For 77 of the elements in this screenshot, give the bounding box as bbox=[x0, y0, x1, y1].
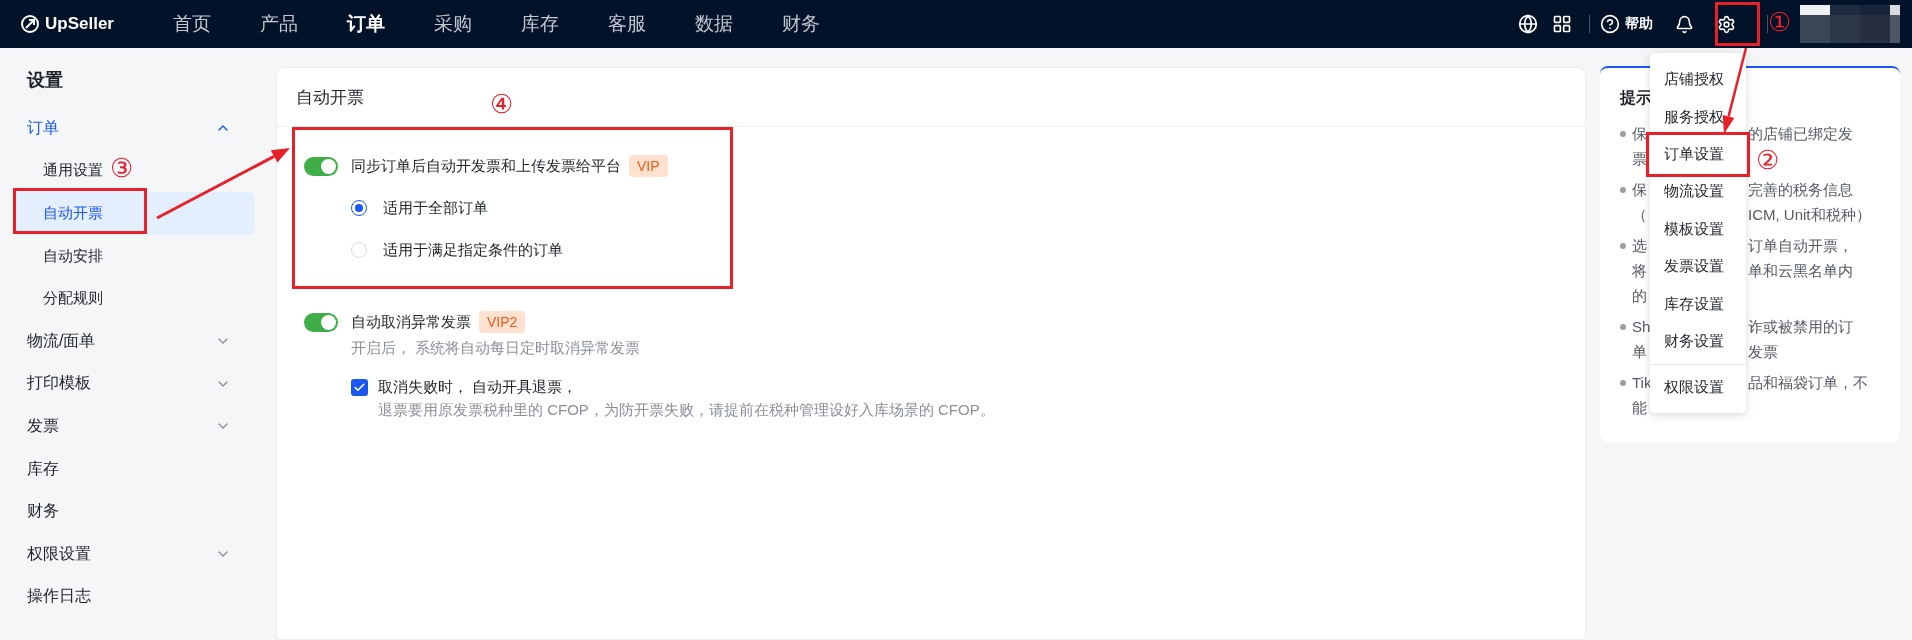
sidebar-subitem[interactable]: 通用设置 bbox=[13, 149, 107, 193]
sidebar-subitem[interactable]: 自动安排 bbox=[13, 234, 107, 278]
menu-item[interactable]: 库存设置 bbox=[1650, 285, 1746, 323]
sidebar-item[interactable]: 发票 bbox=[0, 405, 258, 448]
tip-text: 选 bbox=[1632, 237, 1647, 254]
tip-text: 完善的税务信息 bbox=[1748, 180, 1853, 200]
bullet-icon bbox=[1620, 324, 1626, 330]
toggle-switch[interactable] bbox=[304, 312, 338, 332]
menu-item[interactable]: 权限设置 bbox=[1650, 369, 1746, 407]
menu-item[interactable]: 店铺授权 bbox=[1650, 61, 1746, 99]
sidebar-item[interactable]: 物流/面单 bbox=[0, 319, 258, 363]
nav-tab[interactable]: 订单 bbox=[347, 11, 434, 37]
vip-badge: VIP bbox=[629, 155, 668, 177]
tip-text: 的 bbox=[1632, 287, 1647, 304]
menu-item[interactable]: 发票设置 bbox=[1650, 247, 1746, 286]
nav-tab[interactable]: 库存 bbox=[521, 11, 608, 37]
bullet-icon bbox=[1620, 380, 1626, 386]
menu-item[interactable]: 订单设置 bbox=[1650, 135, 1746, 174]
tips-title: 提示 bbox=[1620, 88, 1653, 108]
tip-text: 品和福袋订单，不 bbox=[1748, 373, 1868, 393]
sidebar-item[interactable]: 订单 bbox=[0, 107, 258, 150]
sidebar-item[interactable]: 财务 bbox=[0, 490, 258, 533]
tip-text: 票 bbox=[1632, 150, 1647, 167]
checkbox-hint: 退票要用原发票税种里的 CFOP，为防开票失败，请提前在税种管理设好入库场景的 CFOP。 bbox=[377, 401, 996, 420]
step-number: ② bbox=[1756, 147, 1779, 173]
step-number: ① bbox=[1768, 9, 1791, 35]
help-link[interactable]: 帮助 bbox=[1600, 14, 1653, 34]
checkbox[interactable] bbox=[351, 379, 368, 396]
toggle-switch[interactable] bbox=[304, 156, 338, 176]
tip-text: Sh bbox=[1632, 318, 1651, 335]
card-title: 自动开票 bbox=[296, 86, 364, 109]
sidebar-item[interactable]: 操作日志 bbox=[0, 575, 258, 619]
bullet-icon bbox=[1620, 243, 1626, 249]
tip-text: Tik bbox=[1632, 374, 1652, 391]
nav-tab[interactable]: 客服 bbox=[608, 11, 695, 37]
tip-text: 将 bbox=[1632, 262, 1647, 279]
bullet-icon bbox=[1620, 131, 1626, 137]
setting-description: 开启后， 系统将自动每日定时取消异常发票 bbox=[351, 339, 642, 358]
step-number: ④ bbox=[490, 91, 513, 117]
tip-text: 能 bbox=[1632, 399, 1647, 416]
setting-label: 同步订单后自动开发票和上传发票给平台 bbox=[351, 156, 621, 176]
bullet-icon bbox=[1620, 187, 1626, 193]
menu-item[interactable]: 服务授权 bbox=[1650, 98, 1746, 136]
sidebar-subitem[interactable]: 自动开票 bbox=[13, 192, 255, 235]
radio-label: 适用于全部订单 bbox=[383, 198, 488, 218]
nav-tab[interactable]: 采购 bbox=[434, 11, 521, 37]
nav-tab[interactable]: 产品 bbox=[260, 11, 347, 37]
help-icon bbox=[1600, 14, 1620, 34]
tip-text: 保 bbox=[1632, 125, 1647, 142]
sidebar-item[interactable]: 库存 bbox=[0, 447, 258, 491]
tip-text: 诈或被禁用的订 bbox=[1748, 317, 1853, 337]
menu-item[interactable]: 模板设置 bbox=[1650, 210, 1746, 248]
sidebar-item[interactable]: 打印模板 bbox=[0, 362, 258, 406]
radio-label: 适用于满足指定条件的订单 bbox=[383, 240, 563, 260]
check-icon bbox=[353, 381, 366, 394]
tip-text: 保 bbox=[1632, 181, 1647, 198]
menu-item[interactable]: 物流设置 bbox=[1650, 173, 1746, 211]
nav-tab[interactable]: 财务 bbox=[782, 11, 869, 37]
tip-text: 单和云黑名单内 bbox=[1748, 261, 1853, 281]
tip-text: 发票 bbox=[1748, 342, 1778, 362]
setting-label: 自动取消异常发票 bbox=[351, 312, 471, 332]
tip-text: 订单自动开票， bbox=[1748, 236, 1853, 256]
tip-text: 单 bbox=[1632, 343, 1647, 360]
sidebar-item[interactable]: 权限设置 bbox=[0, 532, 258, 576]
sidebar-title: 设置 bbox=[25, 69, 64, 92]
tip-text: ICM, Unit和税种） bbox=[1748, 205, 1871, 225]
logo-text: UpSeller bbox=[45, 14, 114, 34]
logo-icon bbox=[20, 14, 40, 34]
nav-tab[interactable]: 首页 bbox=[173, 11, 260, 37]
step-number: ③ bbox=[110, 155, 133, 181]
tip-text: （ bbox=[1632, 206, 1647, 223]
sidebar-subitem[interactable]: 分配规则 bbox=[13, 277, 107, 320]
checkbox-label: 取消失败时， 自动开具退票， bbox=[378, 378, 578, 397]
nav-tab[interactable]: 数据 bbox=[695, 11, 782, 37]
highlight-frame bbox=[1715, 2, 1760, 46]
vip-badge: VIP2 bbox=[479, 311, 526, 333]
menu-item[interactable]: 财务设置 bbox=[1650, 322, 1746, 361]
